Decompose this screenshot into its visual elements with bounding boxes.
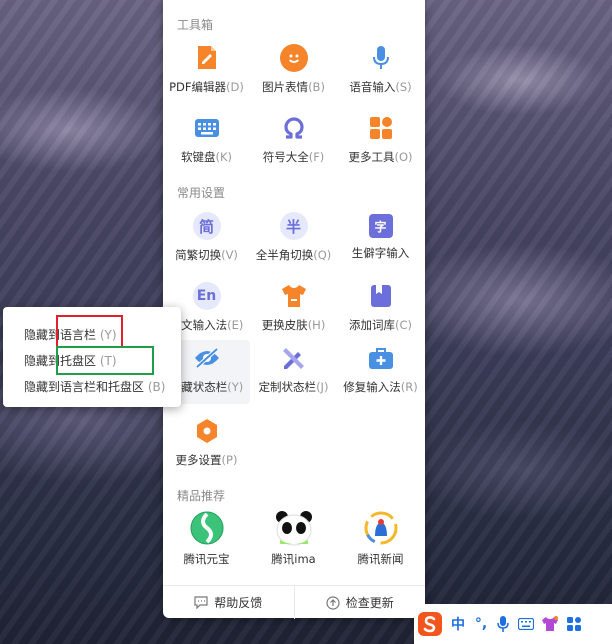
tool-label: 腾讯ima xyxy=(271,552,316,566)
shortcut-key: (D) xyxy=(226,80,244,94)
menu-item-target: 语言栏 xyxy=(60,328,97,342)
tool-label: 腾讯元宝 xyxy=(183,552,230,566)
tool-label: 添加词库 xyxy=(348,318,395,332)
toolbox-repair-icon xyxy=(367,344,395,372)
keyboard-icon xyxy=(193,114,221,142)
ime-mode-toggle[interactable]: 中 xyxy=(446,604,470,644)
en-icon: En xyxy=(192,282,221,310)
tool-label: 图片表情 xyxy=(262,80,309,94)
tool-simplified-traditional[interactable]: 简 简繁切换(V) xyxy=(163,212,250,272)
shortcut-key: (V) xyxy=(221,248,238,262)
tool-label: 更多设置 xyxy=(175,453,222,467)
skin-tshirt-icon[interactable] xyxy=(538,604,562,644)
tshirt-icon xyxy=(280,282,308,310)
tool-repair-ime[interactable]: 修复输入法(R) xyxy=(337,344,424,404)
panda-logo-icon xyxy=(275,510,313,546)
eye-hidden-icon xyxy=(193,344,221,372)
shortcut-key: (P) xyxy=(221,453,238,467)
ban-char-icon: 半 xyxy=(279,212,308,240)
menu-item-prefix: 隐藏到 xyxy=(24,328,61,342)
tool-more-settings[interactable]: 更多设置(P) xyxy=(163,417,250,477)
tool-custom-status-bar[interactable]: 定制状态栏(J) xyxy=(250,344,337,404)
shortcut-key: (J) xyxy=(316,380,329,394)
omega-icon xyxy=(280,114,308,142)
tool-pdf-editor[interactable]: PDF编辑器(D) xyxy=(163,44,250,104)
shortcut-key: (O) xyxy=(394,150,413,164)
menu-item-hide-to-both[interactable]: 隐藏到语言栏和托盘区 (B) xyxy=(24,378,165,395)
shortcut-key: (B) xyxy=(308,80,325,94)
menu-item-target: 托盘区 xyxy=(60,354,97,368)
shortcut-key: (Y) xyxy=(227,380,244,394)
smiley-icon xyxy=(279,44,308,72)
app-tencent-ima[interactable]: 腾讯ima xyxy=(250,510,337,570)
app-tencent-news[interactable]: 腾讯新闻 xyxy=(337,510,424,570)
tool-label: 符号大全 xyxy=(262,150,309,164)
app-tencent-yuanbao[interactable]: 腾讯元宝 xyxy=(163,510,250,570)
sogou-logo-icon[interactable] xyxy=(414,604,446,644)
shortcut-key: (Y) xyxy=(99,328,117,342)
shortcut-key: (C) xyxy=(394,318,412,332)
feedback-icon xyxy=(194,596,208,609)
tool-label: 语音输入 xyxy=(349,80,396,94)
rare-char-icon: 字 xyxy=(368,214,393,238)
tool-label: 软键盘 xyxy=(180,150,216,164)
tool-label: 简繁切换 xyxy=(175,248,222,262)
ruler-pencil-icon xyxy=(280,344,308,372)
hide-context-menu: 隐藏到语言栏 (Y) 隐藏到托盘区 (T) 隐藏到语言栏和托盘区 (B) xyxy=(3,307,181,407)
tool-label: 更多工具 xyxy=(348,150,395,164)
ime-status-bar: 中 °, xyxy=(414,604,612,644)
tool-label: 定制状态栏 xyxy=(258,380,317,394)
tool-sticker[interactable]: 图片表情(B) xyxy=(250,44,337,104)
check-update-button[interactable]: 检查更新 xyxy=(293,586,426,619)
panel-footer: 帮助反馈 检查更新 xyxy=(163,585,425,619)
tool-symbols[interactable]: 符号大全(F) xyxy=(250,114,337,174)
menu-item-hide-to-language-bar[interactable]: 隐藏到语言栏 (Y) xyxy=(24,326,117,343)
section-title-toolbox: 工具箱 xyxy=(177,18,214,32)
tool-label: PDF编辑器 xyxy=(169,80,227,94)
upload-arrow-icon xyxy=(326,595,340,610)
tool-label: 腾讯新闻 xyxy=(357,552,404,566)
tool-add-dictionary[interactable]: 添加词库(C) xyxy=(337,282,424,342)
yuanbao-logo-icon xyxy=(189,510,225,546)
pdf-editor-icon xyxy=(193,44,221,72)
jian-char-icon: 简 xyxy=(192,212,221,240)
section-title-recommend: 精品推荐 xyxy=(177,489,226,503)
help-feedback-label: 帮助反馈 xyxy=(214,596,263,610)
menu-item-target: 隐藏到语言栏和托盘区 xyxy=(24,380,145,394)
shortcut-key: (H) xyxy=(307,318,326,332)
book-icon xyxy=(367,282,395,310)
tool-change-skin[interactable]: 更换皮肤(H) xyxy=(250,282,337,342)
menu-item-hide-to-tray[interactable]: 隐藏到托盘区 (T) xyxy=(24,352,117,369)
microphone-icon[interactable] xyxy=(492,604,514,644)
tool-label: 生僻字输入 xyxy=(351,246,410,260)
tool-rare-char-input[interactable]: 字 生僻字输入 xyxy=(337,212,424,272)
tencent-news-logo-icon xyxy=(363,510,399,546)
help-feedback-button[interactable]: 帮助反馈 xyxy=(163,586,294,619)
tool-label: 更换皮肤 xyxy=(261,318,308,332)
shortcut-key: (K) xyxy=(215,150,232,164)
shortcut-key: (S) xyxy=(395,80,412,94)
tool-voice-input[interactable]: 语音输入(S) xyxy=(337,44,424,104)
shortcut-key: (F) xyxy=(308,150,325,164)
tool-label: 全半角切换 xyxy=(255,248,314,262)
shortcut-key: (T) xyxy=(99,354,117,368)
shortcut-key: (B) xyxy=(147,380,166,394)
toolbox-grid-icon[interactable] xyxy=(562,604,586,644)
shortcut-key: (R) xyxy=(400,380,418,394)
keyboard-icon[interactable] xyxy=(514,604,538,644)
tool-more-tools[interactable]: 更多工具(O) xyxy=(337,114,424,174)
check-update-label: 检查更新 xyxy=(345,596,394,610)
hexagon-settings-icon xyxy=(193,417,221,445)
menu-item-prefix: 隐藏到 xyxy=(24,354,61,368)
shortcut-key: (E) xyxy=(227,318,244,332)
tool-full-half-width[interactable]: 半 全半角切换(Q) xyxy=(250,212,337,272)
punctuation-toggle[interactable]: °, xyxy=(470,604,492,644)
shortcut-key: (Q) xyxy=(313,248,332,262)
section-title-common: 常用设置 xyxy=(177,186,226,200)
microphone-icon xyxy=(367,44,395,72)
tool-soft-keyboard[interactable]: 软键盘(K) xyxy=(163,114,250,174)
tool-label: 修复输入法 xyxy=(343,380,401,394)
grid-apps-icon xyxy=(367,114,395,142)
ime-toolbox-panel: 工具箱 PDF编辑器(D) 图片表情(B) 语音输入(S) 软键盘(K) 符号大… xyxy=(163,0,425,619)
